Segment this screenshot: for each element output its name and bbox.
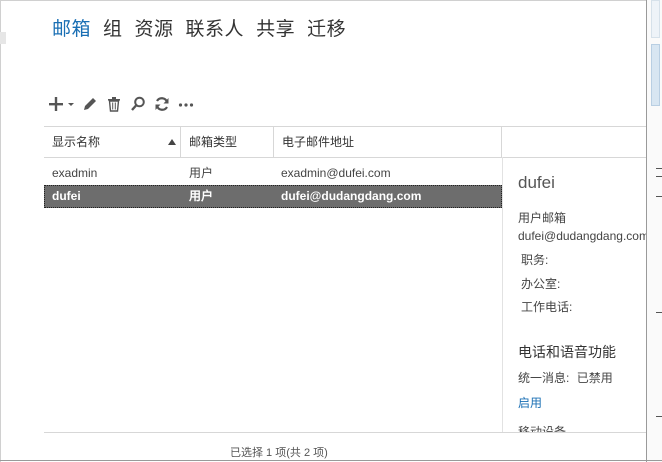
column-email-address[interactable]: 电子邮件地址 xyxy=(274,127,502,157)
add-button[interactable] xyxy=(46,94,78,114)
column-display-name-label: 显示名称 xyxy=(52,135,101,149)
refresh-button[interactable] xyxy=(150,94,174,114)
cell-mailbox-type: 用户 xyxy=(189,189,214,203)
details-title-label: 职务: xyxy=(521,253,549,267)
delete-button[interactable] xyxy=(102,94,126,114)
table-row[interactable]: exadmin 用户 exadmin@dufei.com xyxy=(44,162,502,185)
enable-um-link[interactable]: 启用 xyxy=(518,394,542,411)
grid-bottom-line xyxy=(44,432,646,433)
tab-contacts[interactable]: 联系人 xyxy=(186,14,245,41)
edit-icon xyxy=(84,98,96,110)
tab-groups[interactable]: 组 xyxy=(103,14,123,41)
edit-button[interactable] xyxy=(78,94,102,114)
tick-mark xyxy=(656,176,662,177)
details-mailbox-type: 用户邮箱 xyxy=(518,211,567,225)
tick-mark xyxy=(656,168,662,169)
cell-mailbox-type: 用户 xyxy=(189,166,214,180)
column-mailbox-type[interactable]: 邮箱类型 xyxy=(181,127,273,157)
cell-display-name: dufei xyxy=(52,189,81,203)
tab-mailbox[interactable]: 邮箱 xyxy=(52,14,91,41)
details-office-label: 办公室: xyxy=(521,277,561,291)
frame-bottom xyxy=(0,460,662,461)
tick-mark xyxy=(656,196,662,197)
search-icon xyxy=(131,96,145,111)
cell-display-name: exadmin xyxy=(52,166,98,180)
column-email-address-label: 电子邮件地址 xyxy=(282,135,355,149)
sort-ascending-icon xyxy=(168,139,176,145)
cell-email: dufei@dudangdang.com xyxy=(281,189,422,203)
tab-shared[interactable]: 共享 xyxy=(256,14,295,41)
scroll-track xyxy=(651,0,660,38)
details-um-label-text: 统一消息: xyxy=(518,371,570,385)
details-phone-label: 工作电话: xyxy=(521,300,573,314)
toolbar xyxy=(46,94,198,114)
column-display-name[interactable]: 显示名称 xyxy=(44,127,180,157)
delete-icon xyxy=(108,97,120,112)
frame-top xyxy=(0,0,662,1)
details-pane: dufei 用户邮箱 dufei@dudangdang.com 职务: 办公室:… xyxy=(500,156,646,432)
cell-email: exadmin@dufei.com xyxy=(281,166,391,180)
tab-resources[interactable]: 资源 xyxy=(135,14,174,41)
details-um-label: 统一消息: 已禁用 xyxy=(518,369,613,386)
column-mailbox-type-label: 邮箱类型 xyxy=(189,135,238,149)
table-row-selected[interactable]: dufei 用户 dufei@dudangdang.com xyxy=(44,185,502,208)
more-button[interactable] xyxy=(174,94,198,114)
add-icon xyxy=(49,97,74,111)
details-um-value: 已禁用 xyxy=(576,371,613,385)
details-email: dufei@dudangdang.com xyxy=(518,229,646,243)
tick-mark xyxy=(656,416,662,417)
column-separator[interactable] xyxy=(501,127,502,157)
details-mobile-label: 移动设备 xyxy=(518,425,567,432)
top-tabs: 邮箱 组 资源 联系人 共享 迁移 xyxy=(52,14,358,41)
tab-migration[interactable]: 迁移 xyxy=(307,14,346,41)
refresh-icon xyxy=(155,97,169,111)
frame-left xyxy=(0,0,1,462)
details-section-title: 电话和语音功能 xyxy=(518,344,616,360)
details-name: dufei xyxy=(518,173,555,192)
grid-header: 显示名称 邮箱类型 电子邮件地址 xyxy=(44,126,646,158)
selection-status: 已选择 1 项(共 2 项) xyxy=(230,447,328,459)
scroll-thumb[interactable] xyxy=(651,44,660,106)
left-stub xyxy=(0,32,6,44)
tick-mark xyxy=(656,312,662,313)
side-scrollbar[interactable] xyxy=(647,0,662,462)
more-icon xyxy=(178,103,194,107)
search-button[interactable] xyxy=(126,94,150,114)
